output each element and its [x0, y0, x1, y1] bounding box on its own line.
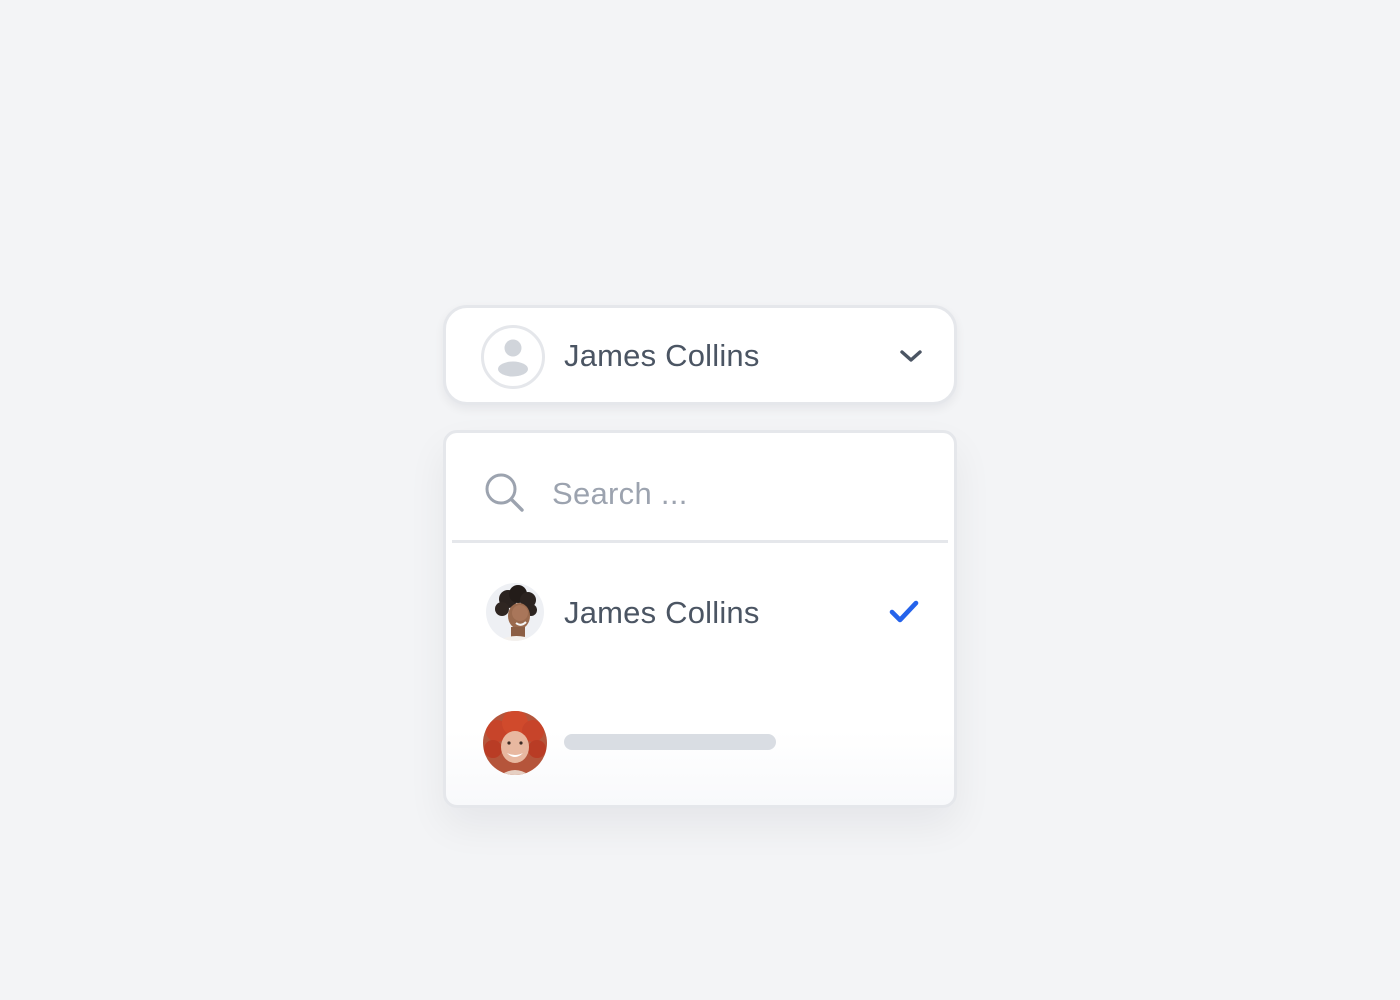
option-item-james-collins[interactable]: James Collins — [446, 570, 954, 660]
search-divider — [452, 540, 948, 543]
avatar — [486, 583, 544, 641]
selected-user-label: James Collins — [564, 338, 760, 373]
search-row — [446, 433, 954, 543]
option-label: James Collins — [564, 595, 760, 630]
search-icon — [485, 473, 524, 512]
check-icon — [889, 600, 919, 623]
stage: James Collins Search ... James Collins — [0, 0, 1400, 1000]
search-input[interactable] — [552, 473, 892, 515]
option-item-loading[interactable] — [446, 698, 954, 788]
user-placeholder-icon — [481, 325, 545, 389]
avatar — [483, 711, 547, 775]
user-dropdown-panel: James Collins — [443, 430, 957, 808]
loading-skeleton-bar — [564, 734, 776, 750]
chevron-down-icon[interactable] — [898, 346, 924, 366]
user-select-trigger[interactable]: James Collins — [443, 305, 957, 405]
